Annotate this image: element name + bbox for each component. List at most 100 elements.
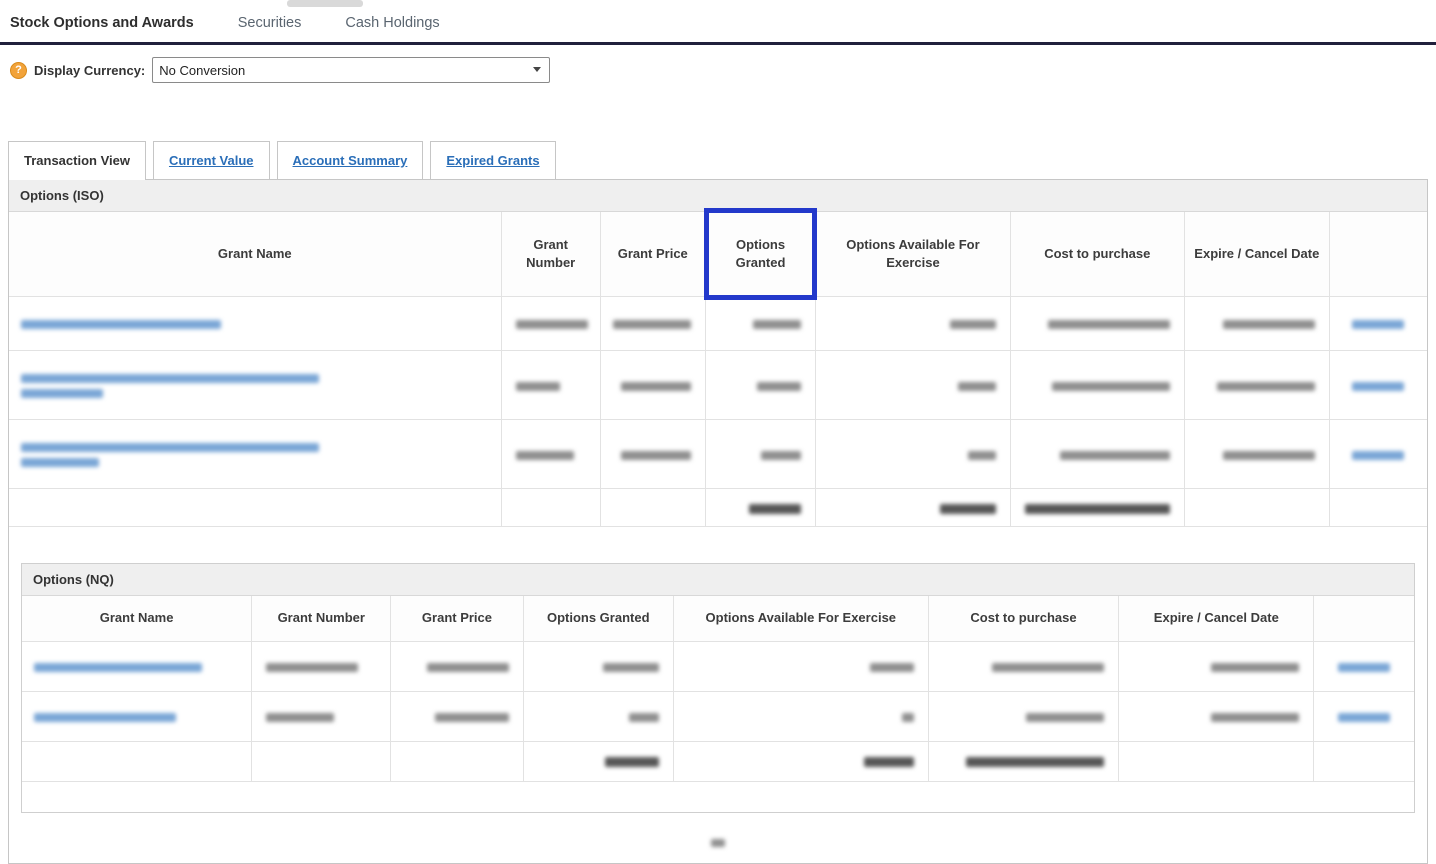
section-title-options-nq: Options (NQ) bbox=[22, 564, 1414, 597]
redacted-grant-name-link[interactable] bbox=[21, 458, 99, 468]
redacted-text bbox=[620, 450, 691, 460]
redacted-text bbox=[1047, 320, 1170, 330]
redacted-text bbox=[1222, 320, 1315, 330]
totals-row bbox=[22, 740, 1414, 782]
tab-transaction-view[interactable]: Transaction View bbox=[8, 141, 146, 180]
redacted-text bbox=[266, 662, 359, 672]
redacted-text bbox=[515, 450, 574, 460]
iso-table: Grant Name Grant Number Grant Price Options… bbox=[9, 208, 1427, 528]
tab-expired-grants[interactable]: Expired Grants bbox=[430, 141, 556, 180]
nq-table: Grant Name Grant Number Grant Price Options… bbox=[22, 596, 1414, 782]
redacted-text bbox=[620, 381, 691, 391]
redacted-grant-name-link[interactable] bbox=[34, 662, 202, 672]
redacted-text bbox=[1026, 712, 1105, 722]
content-panel: Options (ISO) Grant Name Grant Number Gran… bbox=[8, 179, 1428, 864]
redacted-text bbox=[426, 662, 509, 672]
tab-securities[interactable]: Securities bbox=[238, 15, 302, 31]
nq_table-head-row: Grant Name Grant Number Grant Price Options… bbox=[22, 596, 1414, 642]
redacted-grant-name-link[interactable] bbox=[21, 374, 319, 384]
redacted-text bbox=[1059, 450, 1170, 460]
table-row bbox=[22, 640, 1414, 692]
redacted-total bbox=[604, 757, 659, 768]
table-row bbox=[9, 350, 1427, 421]
display-currency-select[interactable]: No Conversion bbox=[152, 57, 551, 83]
top-nav: Stock Options and Awards Securities Cash… bbox=[0, 0, 1436, 42]
redacted-grant-name-link[interactable] bbox=[21, 389, 103, 399]
tab-stock-options-and-awards[interactable]: Stock Options and Awards bbox=[10, 15, 194, 31]
col-grant-price: Grant Price bbox=[599, 212, 706, 298]
redacted-text bbox=[266, 712, 335, 722]
col-grant-number: Grant Number bbox=[251, 596, 392, 642]
nav-underline bbox=[0, 42, 1436, 45]
col-cost-to-purchase: Cost to purchase bbox=[1009, 212, 1185, 298]
redacted-text bbox=[602, 662, 659, 672]
view-tabs: Transaction View Current Value Account S… bbox=[8, 141, 1436, 180]
col-options-available-for-exercise: Options Available For Exercise bbox=[672, 596, 929, 642]
redacted-total bbox=[1024, 503, 1170, 514]
redacted-text bbox=[1216, 381, 1315, 391]
redacted-total bbox=[749, 503, 802, 514]
nq_table-body bbox=[22, 640, 1414, 782]
nq-panel: Options (NQ) Grant Name Grant Number Grant… bbox=[21, 563, 1415, 813]
redacted-text bbox=[869, 662, 914, 672]
question-mark-help-icon[interactable]: ? bbox=[10, 61, 27, 79]
redacted-text bbox=[1051, 381, 1170, 391]
currency-bar: ? Display Currency: No Conversion bbox=[10, 57, 1436, 83]
redacted-text bbox=[628, 712, 659, 722]
col-expire-cancel-date: Expire / Cancel Date bbox=[1118, 596, 1315, 642]
col-action bbox=[1313, 596, 1414, 642]
redacted-text bbox=[757, 381, 802, 391]
redacted-grant-name-link[interactable] bbox=[21, 320, 221, 330]
redacted-total bbox=[863, 757, 914, 768]
table-row bbox=[9, 419, 1427, 490]
col-cost-to-purchase: Cost to purchase bbox=[927, 596, 1120, 642]
col-grant-name: Grant Name bbox=[9, 212, 502, 298]
redacted-exercise-link[interactable] bbox=[1338, 662, 1391, 672]
col-expire-cancel-date: Expire / Cancel Date bbox=[1183, 212, 1330, 298]
col-grant-number: Grant Number bbox=[500, 212, 601, 298]
redacted-text bbox=[1211, 712, 1300, 722]
totals-row bbox=[9, 488, 1427, 528]
col-options-available-for-exercise: Options Available For Exercise bbox=[815, 212, 1011, 298]
redacted-text bbox=[967, 450, 996, 460]
redacted-text bbox=[1222, 450, 1315, 460]
redacted-text bbox=[957, 381, 996, 391]
redacted-exercise-link[interactable] bbox=[1352, 381, 1405, 391]
redacted-text bbox=[949, 320, 996, 330]
pagination-area bbox=[9, 835, 1427, 853]
redacted-grant-name-link[interactable] bbox=[21, 443, 319, 453]
redacted-text bbox=[612, 320, 691, 330]
tab-account-summary[interactable]: Account Summary bbox=[276, 141, 424, 180]
redacted-grant-name-link[interactable] bbox=[34, 712, 176, 722]
section-title-options-iso: Options (ISO) bbox=[9, 180, 1427, 212]
col-options-granted: Options Granted bbox=[703, 208, 818, 301]
redacted-text bbox=[515, 381, 560, 391]
top-artifact bbox=[287, 0, 363, 7]
redacted-text bbox=[434, 712, 509, 722]
iso_table-head-row: Grant Name Grant Number Grant Price Options… bbox=[9, 208, 1427, 301]
tab-cash-holdings[interactable]: Cash Holdings bbox=[345, 15, 439, 31]
col-options-granted: Options Granted bbox=[522, 596, 674, 642]
redacted-exercise-link[interactable] bbox=[1352, 320, 1405, 330]
redacted-total bbox=[939, 503, 996, 514]
redacted-text bbox=[1211, 662, 1300, 672]
redacted-text bbox=[992, 662, 1105, 672]
redacted-text bbox=[753, 320, 802, 330]
display-currency-select-wrap: No Conversion bbox=[152, 57, 551, 83]
pagination-redacted[interactable] bbox=[711, 839, 725, 848]
redacted-total bbox=[966, 757, 1105, 768]
table-row bbox=[9, 296, 1427, 352]
col-grant-price: Grant Price bbox=[390, 596, 524, 642]
table-row bbox=[22, 690, 1414, 742]
redacted-exercise-link[interactable] bbox=[1352, 450, 1405, 460]
redacted-exercise-link[interactable] bbox=[1338, 712, 1391, 722]
redacted-text bbox=[515, 320, 588, 330]
highlight-rectangle bbox=[703, 208, 818, 301]
col-grant-name: Grant Name bbox=[22, 596, 253, 642]
display-currency-label: Display Currency: bbox=[34, 62, 146, 78]
tab-current-value[interactable]: Current Value bbox=[152, 141, 270, 180]
redacted-text bbox=[761, 450, 802, 460]
iso_table-body bbox=[9, 296, 1427, 528]
redacted-text bbox=[901, 712, 914, 722]
